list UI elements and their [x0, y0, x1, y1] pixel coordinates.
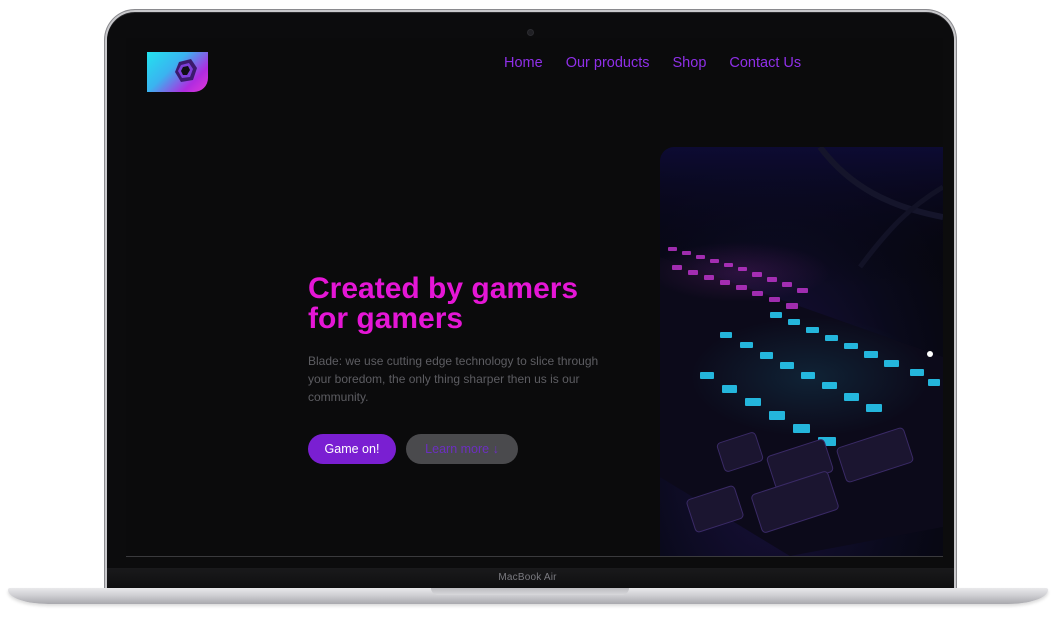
laptop-opening-notch	[431, 588, 629, 595]
logo[interactable]	[147, 52, 208, 92]
hero-keyboard-image	[660, 147, 943, 556]
camera-icon	[528, 30, 533, 35]
game-on-button[interactable]: Game on!	[308, 434, 396, 464]
main-nav: Home Our products Shop Contact Us	[504, 55, 801, 71]
hero-description: Blade: we use cutting edge technology to…	[308, 354, 599, 404]
screen-bottom-edge	[126, 556, 943, 557]
hero-title-line-2: for gamers	[308, 302, 464, 335]
nav-link-home[interactable]: Home	[504, 55, 543, 71]
keyboard-photo-icon	[660, 147, 943, 556]
blade-logo-icon	[175, 59, 197, 82]
model-label: MacBook Air	[498, 572, 557, 583]
nav-link-contact-us[interactable]: Contact Us	[729, 55, 801, 71]
hero-title: Created by gamers for gamers	[308, 274, 648, 334]
nav-link-shop[interactable]: Shop	[673, 55, 707, 71]
hero-title-line-1: Created by gamers	[308, 272, 579, 305]
website-screen: Home Our products Shop Contact Us Create…	[126, 38, 943, 556]
nav-link-our-products[interactable]: Our products	[566, 55, 650, 71]
learn-more-button[interactable]: Learn more ↓	[406, 434, 518, 464]
